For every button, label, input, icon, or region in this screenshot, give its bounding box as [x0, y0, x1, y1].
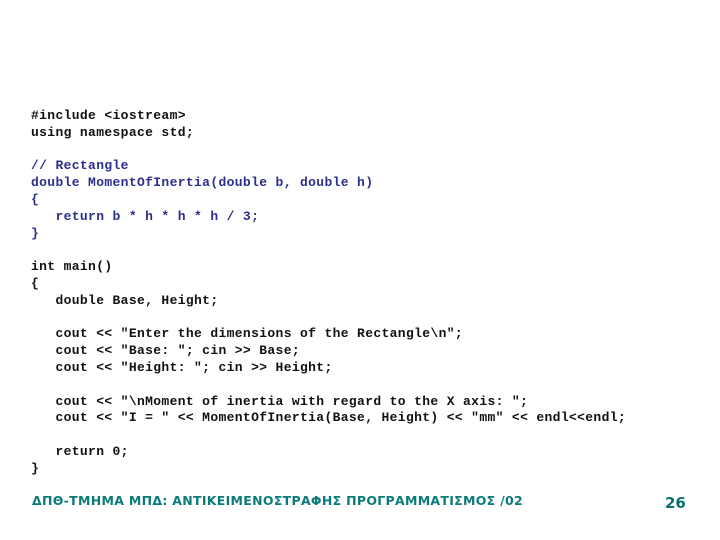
- code-line: int main(): [31, 259, 113, 275]
- code-line: #include <iostream>: [31, 108, 186, 123]
- code-line: cout << "Base: "; cin >> Base;: [31, 343, 300, 359]
- code-line: return b * h * h * h / 3;: [31, 208, 260, 224]
- code-line: double Base, Height;: [31, 292, 219, 308]
- code-line: cout << "I = " << MomentOfInertia(Base, …: [31, 410, 627, 426]
- page-number: 26: [665, 494, 686, 512]
- code-line: cout << "Enter the dimensions of the Rec…: [31, 326, 464, 342]
- code-line: {: [31, 275, 40, 291]
- code-line: double MomentOfInertia(double b, double …: [31, 175, 374, 191]
- code-line: using namespace std;: [31, 124, 195, 140]
- code-line: }: [31, 225, 40, 241]
- code-line: cout << "\nMoment of inertia with regard…: [31, 393, 529, 409]
- code-listing: #include <iostream> using namespace std; …: [31, 108, 626, 478]
- code-line: return 0;: [31, 443, 129, 459]
- code-line: cout << "Height: "; cin >> Height;: [31, 359, 333, 375]
- code-line: // Rectangle: [31, 158, 129, 174]
- code-line: {: [31, 191, 40, 207]
- footer-course-title: ΔΠΘ-ΤΜΗΜΑ ΜΠΔ: ΑΝΤΙΚΕΙΜΕΝΟΣΤΡΑΦΗΣ ΠΡΟΓΡΑ…: [32, 493, 524, 508]
- code-line: }: [31, 460, 40, 476]
